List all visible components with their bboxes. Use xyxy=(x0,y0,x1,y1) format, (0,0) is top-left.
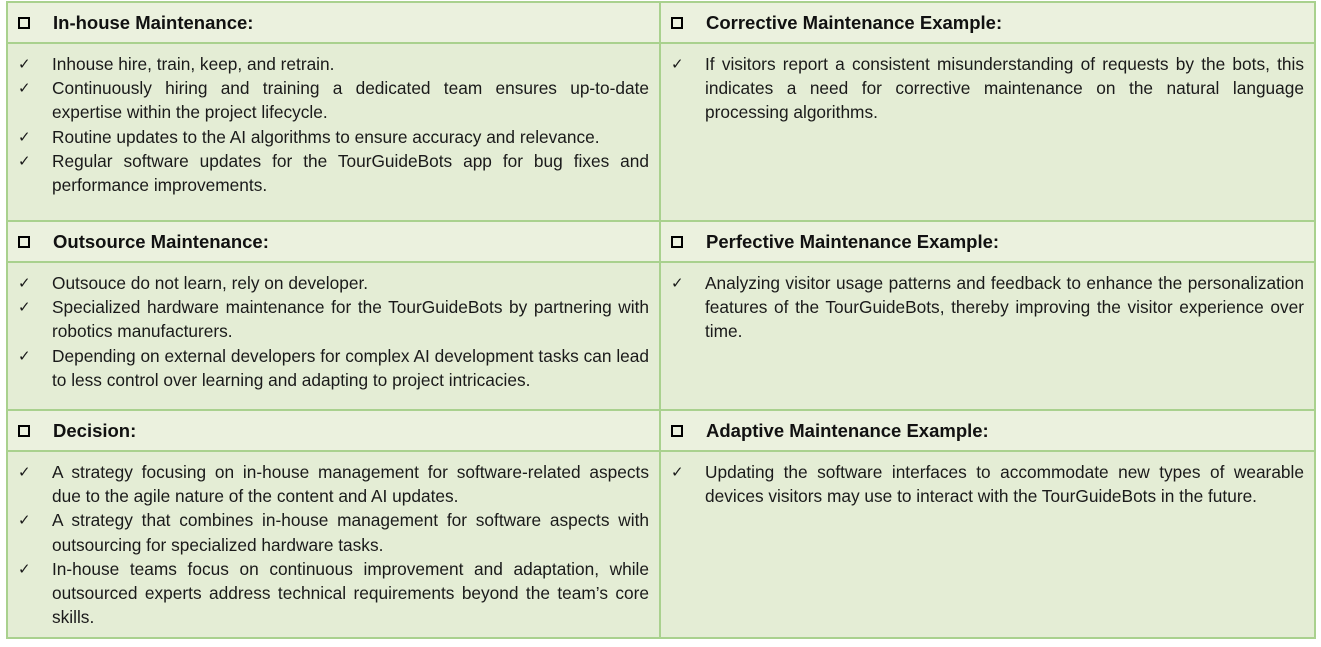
section-header-decision: Decision: xyxy=(6,409,661,452)
section-body-inhouse: ✓ Inhouse hire, train, keep, and retrain.… xyxy=(6,42,661,222)
bullet-list: ✓ Updating the software interfaces to acc… xyxy=(661,452,1314,516)
list-item-text: Specialized hardware maintenance for the… xyxy=(52,297,649,342)
checkbox-icon xyxy=(18,235,30,248)
section-title: Perfective Maintenance Example: xyxy=(706,230,1000,252)
checkbox-icon xyxy=(18,16,30,29)
section-header-perfective: Perfective Maintenance Example: xyxy=(659,220,1316,263)
list-item: ✓ Updating the software interfaces to acc… xyxy=(671,460,1304,508)
bullet-list: ✓ Inhouse hire, train, keep, and retrain.… xyxy=(8,44,659,205)
section-header-adaptive: Adaptive Maintenance Example: xyxy=(659,409,1316,452)
list-item-text: Updating the software interfaces to acco… xyxy=(705,462,1304,507)
checkmark-icon: ✓ xyxy=(18,346,31,365)
list-item: ✓ Outsouce do not learn, rely on develope… xyxy=(18,271,649,295)
checkmark-icon: ✓ xyxy=(18,151,31,170)
list-item-text: In-house teams focus on continuous impro… xyxy=(52,558,649,628)
maintenance-table: In-house Maintenance: Corrective Mainten… xyxy=(6,1,1316,640)
list-item: ✓ A strategy that combines in-house manag… xyxy=(18,508,649,556)
list-item-text: Inhouse hire, train, keep, and retrain. xyxy=(52,54,335,74)
checkmark-icon: ✓ xyxy=(18,298,31,317)
bullet-list: ✓ If visitors report a consistent misunde… xyxy=(661,44,1314,133)
checkbox-icon xyxy=(671,16,683,29)
list-item-text: If visitors report a consistent misunder… xyxy=(705,54,1304,123)
list-item-text: Routine updates to the AI algorithms to … xyxy=(52,126,600,147)
list-item: ✓ If visitors report a consistent misunde… xyxy=(671,52,1304,125)
checkbox-icon xyxy=(18,424,30,437)
section-header-outsource: Outsource Maintenance: xyxy=(6,220,661,263)
section-title: Adaptive Maintenance Example: xyxy=(706,419,989,441)
list-item-text: A strategy that combines in-house manage… xyxy=(52,510,649,555)
checkmark-icon: ✓ xyxy=(671,55,684,73)
checkbox-icon xyxy=(671,424,683,437)
list-item: ✓ In-house teams focus on continuous impr… xyxy=(18,557,649,630)
checkbox-icon xyxy=(671,235,683,248)
bullet-list: ✓ Outsouce do not learn, rely on develope… xyxy=(8,263,659,400)
section-header-inhouse: In-house Maintenance: xyxy=(6,1,661,44)
list-item-text: Continuously hiring and training a dedic… xyxy=(52,78,649,123)
section-body-adaptive: ✓ Updating the software interfaces to acc… xyxy=(659,449,1316,640)
list-item-text: A strategy focusing on in-house manageme… xyxy=(52,462,649,507)
checkmark-icon: ✓ xyxy=(18,55,31,73)
section-body-corrective: ✓ If visitors report a consistent misunde… xyxy=(659,42,1316,222)
checkmark-icon: ✓ xyxy=(18,127,31,146)
list-item-text: Regular software updates for the TourGui… xyxy=(52,150,649,196)
section-header-corrective: Corrective Maintenance Example: xyxy=(659,1,1316,44)
list-item: ✓ Analyzing visitor usage patterns and fe… xyxy=(671,271,1304,344)
list-item: ✓ Routine updates to the AI algorithms to… xyxy=(18,125,649,149)
list-item-text: Analyzing visitor usage patterns and fee… xyxy=(705,273,1304,342)
checkmark-icon: ✓ xyxy=(671,463,684,481)
checkmark-icon: ✓ xyxy=(18,274,31,292)
section-title: In-house Maintenance: xyxy=(53,11,254,33)
list-item: ✓ Depending on external developers for co… xyxy=(18,344,649,392)
checkmark-icon: ✓ xyxy=(18,511,31,530)
section-title: Decision: xyxy=(53,419,137,441)
list-item: ✓ Inhouse hire, train, keep, and retrain. xyxy=(18,52,649,76)
checkmark-icon: ✓ xyxy=(18,463,31,481)
section-body-decision: ✓ A strategy focusing on in-house managem… xyxy=(6,449,661,640)
section-body-perfective: ✓ Analyzing visitor usage patterns and fe… xyxy=(659,261,1316,411)
list-item: ✓ Continuously hiring and training a dedi… xyxy=(18,76,649,124)
list-item: ✓ Specialized hardware maintenance for th… xyxy=(18,295,649,343)
list-item-text: Outsouce do not learn, rely on developer… xyxy=(52,273,369,293)
list-item: ✓ Regular software updates for the TourGu… xyxy=(18,149,649,197)
section-title: Outsource Maintenance: xyxy=(53,230,269,252)
list-item-text: Depending on external developers for com… xyxy=(52,345,649,390)
bullet-list: ✓ A strategy focusing on in-house managem… xyxy=(8,452,659,637)
bullet-list: ✓ Analyzing visitor usage patterns and fe… xyxy=(661,263,1314,352)
checkmark-icon: ✓ xyxy=(671,274,684,292)
checkmark-icon: ✓ xyxy=(18,79,31,98)
section-title: Corrective Maintenance Example: xyxy=(706,11,1003,33)
checkmark-icon: ✓ xyxy=(18,559,31,578)
list-item: ✓ A strategy focusing on in-house managem… xyxy=(18,460,649,508)
section-body-outsource: ✓ Outsouce do not learn, rely on develope… xyxy=(6,261,661,411)
